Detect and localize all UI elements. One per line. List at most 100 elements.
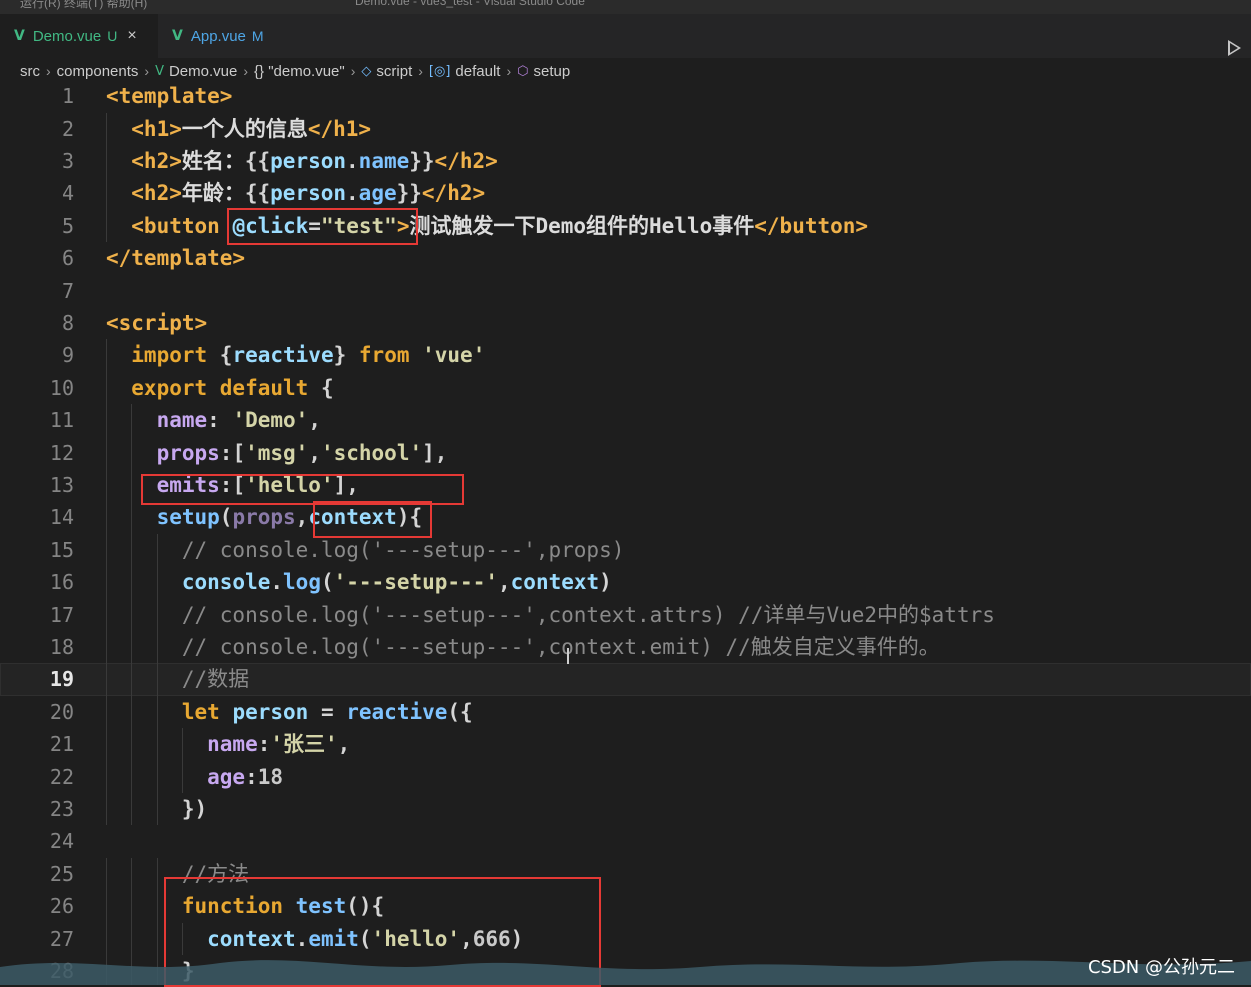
code-token: ( bbox=[320, 570, 334, 595]
code-text: }) bbox=[106, 793, 207, 825]
code-token: = bbox=[308, 213, 321, 238]
breadcrumb-item[interactable]: {} "demo.vue" bbox=[254, 63, 345, 80]
code-text: //数据 bbox=[106, 663, 249, 695]
code-line[interactable]: 9 import {reactive} from 'vue' bbox=[0, 339, 1251, 372]
code-token: 'Demo' bbox=[232, 408, 309, 433]
code-line[interactable]: 22 age:18 bbox=[0, 760, 1251, 793]
code-text: // console.log('---setup---',context.emi… bbox=[106, 631, 940, 663]
code-line[interactable]: 7 bbox=[0, 275, 1251, 307]
code-token: </h2> bbox=[421, 181, 486, 206]
code-token: props bbox=[106, 440, 220, 465]
line-number: 9 bbox=[61, 343, 74, 368]
code-line[interactable]: 18 // console.log('---setup---',context.… bbox=[0, 631, 1251, 664]
code-token: . bbox=[270, 570, 284, 595]
line-number: 17 bbox=[49, 602, 74, 627]
code-token: from bbox=[358, 343, 423, 368]
code-token: name bbox=[358, 149, 410, 173]
breadcrumb-item[interactable]: script bbox=[376, 63, 412, 80]
code-text: </template> bbox=[106, 242, 245, 274]
code-line[interactable]: 12 props:['msg','school'], bbox=[0, 436, 1251, 469]
run-icon[interactable] bbox=[1228, 40, 1241, 56]
code-token: <h2> bbox=[106, 181, 182, 206]
code-text: import {reactive} from 'vue' bbox=[106, 339, 485, 371]
line-number: 20 bbox=[49, 699, 74, 724]
line-number: 11 bbox=[49, 408, 74, 433]
code-token: (){ bbox=[346, 894, 385, 919]
code-token: 姓名： bbox=[181, 149, 245, 173]
code-token: //方法 bbox=[106, 861, 250, 886]
breadcrumb-separator-icon: › bbox=[506, 63, 512, 79]
code-token: setup bbox=[106, 505, 220, 530]
code-text: setup(props,context){ bbox=[106, 501, 423, 533]
code-line[interactable]: 4 <h2>年龄：{{person.age}}</h2> bbox=[0, 177, 1251, 210]
breadcrumb-item[interactable]: components bbox=[57, 63, 139, 80]
code-token: // console.log('---setup---',context.att… bbox=[106, 602, 995, 627]
breadcrumb-item[interactable]: setup bbox=[534, 63, 571, 80]
code-token: '---setup---' bbox=[333, 570, 498, 595]
code-token: 一个人的信息 bbox=[181, 116, 308, 141]
code-token: {{ bbox=[244, 181, 271, 206]
tab-demo-vue[interactable]: V Demo.vue U × bbox=[0, 14, 158, 58]
code-token: emits bbox=[106, 473, 220, 497]
code-token: console bbox=[106, 570, 271, 595]
code-line[interactable]: 26 function test(){ bbox=[0, 890, 1251, 923]
code-token: { bbox=[320, 375, 334, 400]
code-token: "test" bbox=[320, 213, 397, 238]
code-line[interactable]: 23 }) bbox=[0, 793, 1251, 826]
code-line[interactable]: 10 export default { bbox=[0, 371, 1251, 405]
code-token: '张三' bbox=[270, 732, 338, 757]
code-line[interactable]: 15 // console.log('---setup---',props) bbox=[0, 533, 1251, 567]
code-text: name:'张三', bbox=[106, 728, 350, 760]
line-number: 8 bbox=[61, 311, 74, 335]
code-text: export default { bbox=[106, 372, 334, 404]
code-text: <h1>一个人的信息</h1> bbox=[106, 113, 371, 145]
breadcrumb-item[interactable]: Demo.vue bbox=[169, 63, 237, 80]
code-token: </h1> bbox=[307, 116, 372, 141]
method-symbol-icon: ⬡ bbox=[517, 63, 529, 79]
watermark: CSDN @公孙元二 bbox=[1087, 957, 1235, 978]
code-line[interactable]: 6 </template> bbox=[0, 242, 1251, 274]
code-token: context bbox=[308, 505, 397, 530]
code-token: <button bbox=[106, 213, 233, 238]
code-token: reactive bbox=[346, 699, 448, 724]
code-token: { bbox=[219, 343, 233, 368]
code-text: console.log('---setup---',context) bbox=[106, 566, 612, 598]
breadcrumb-separator-icon: › bbox=[243, 63, 249, 79]
code-token: let bbox=[106, 699, 233, 724]
code-line[interactable]: 16 console.log('---setup---',context) bbox=[0, 566, 1251, 599]
line-number: 18 bbox=[49, 635, 74, 659]
line-number: 19 bbox=[49, 667, 74, 692]
code-line[interactable]: 1 <template> bbox=[0, 84, 1251, 113]
code-editor[interactable]: 1 <template> 2 <h1>一个人的信息</h1> 3 <h2>姓名：{{p… bbox=[0, 84, 1251, 985]
breadcrumb-item[interactable]: src bbox=[20, 63, 40, 80]
code-text: function test(){ bbox=[106, 890, 384, 922]
code-line[interactable]: 11 name: 'Demo', bbox=[0, 404, 1251, 437]
code-line[interactable]: 24 bbox=[0, 825, 1251, 857]
code-line[interactable]: 25 //方法 bbox=[0, 857, 1251, 891]
menu-items[interactable]: 运行(R) 终端(T) 帮助(H) bbox=[20, 0, 147, 11]
code-token: name bbox=[106, 732, 258, 757]
line-number: 12 bbox=[49, 440, 74, 465]
code-line[interactable]: 20 let person = reactive({ bbox=[0, 695, 1251, 729]
code-token: , bbox=[308, 440, 321, 465]
close-icon[interactable]: × bbox=[127, 27, 136, 45]
code-line[interactable]: 8 <script> bbox=[0, 307, 1251, 339]
code-token: : bbox=[245, 764, 258, 789]
code-line[interactable]: 5 <button @click="test">测试触发一下Demo组件的Hel… bbox=[0, 209, 1251, 243]
code-line[interactable]: 19 //数据 bbox=[0, 663, 1251, 696]
code-token: // console.log('---setup---',props) bbox=[106, 537, 625, 562]
code-token: 18 bbox=[257, 764, 284, 789]
tab-app-vue[interactable]: V App.vue M bbox=[158, 14, 298, 58]
code-line[interactable]: 21 name:'张三', bbox=[0, 728, 1251, 761]
code-line[interactable]: 2 <h1>一个人的信息</h1> bbox=[0, 112, 1251, 145]
code-line[interactable]: 17 // console.log('---setup---',context.… bbox=[0, 598, 1251, 631]
code-line[interactable]: 3 <h2>姓名：{{person.name}}</h2> bbox=[0, 145, 1251, 178]
modified-badge: M bbox=[251, 28, 264, 44]
code-token: 测试触发一下Demo组件的Hello事件 bbox=[409, 213, 755, 238]
window-title: Demo.vue - vue3_test - Visual Studio Cod… bbox=[355, 0, 585, 8]
code-line[interactable]: 13 emits:['hello'], bbox=[0, 469, 1251, 502]
code-line[interactable]: 14 setup(props,context){ bbox=[0, 501, 1251, 534]
breadcrumb-item[interactable]: default bbox=[455, 63, 500, 80]
script-symbol-icon: ◇ bbox=[361, 63, 372, 79]
vue-file-icon: V bbox=[14, 28, 25, 44]
